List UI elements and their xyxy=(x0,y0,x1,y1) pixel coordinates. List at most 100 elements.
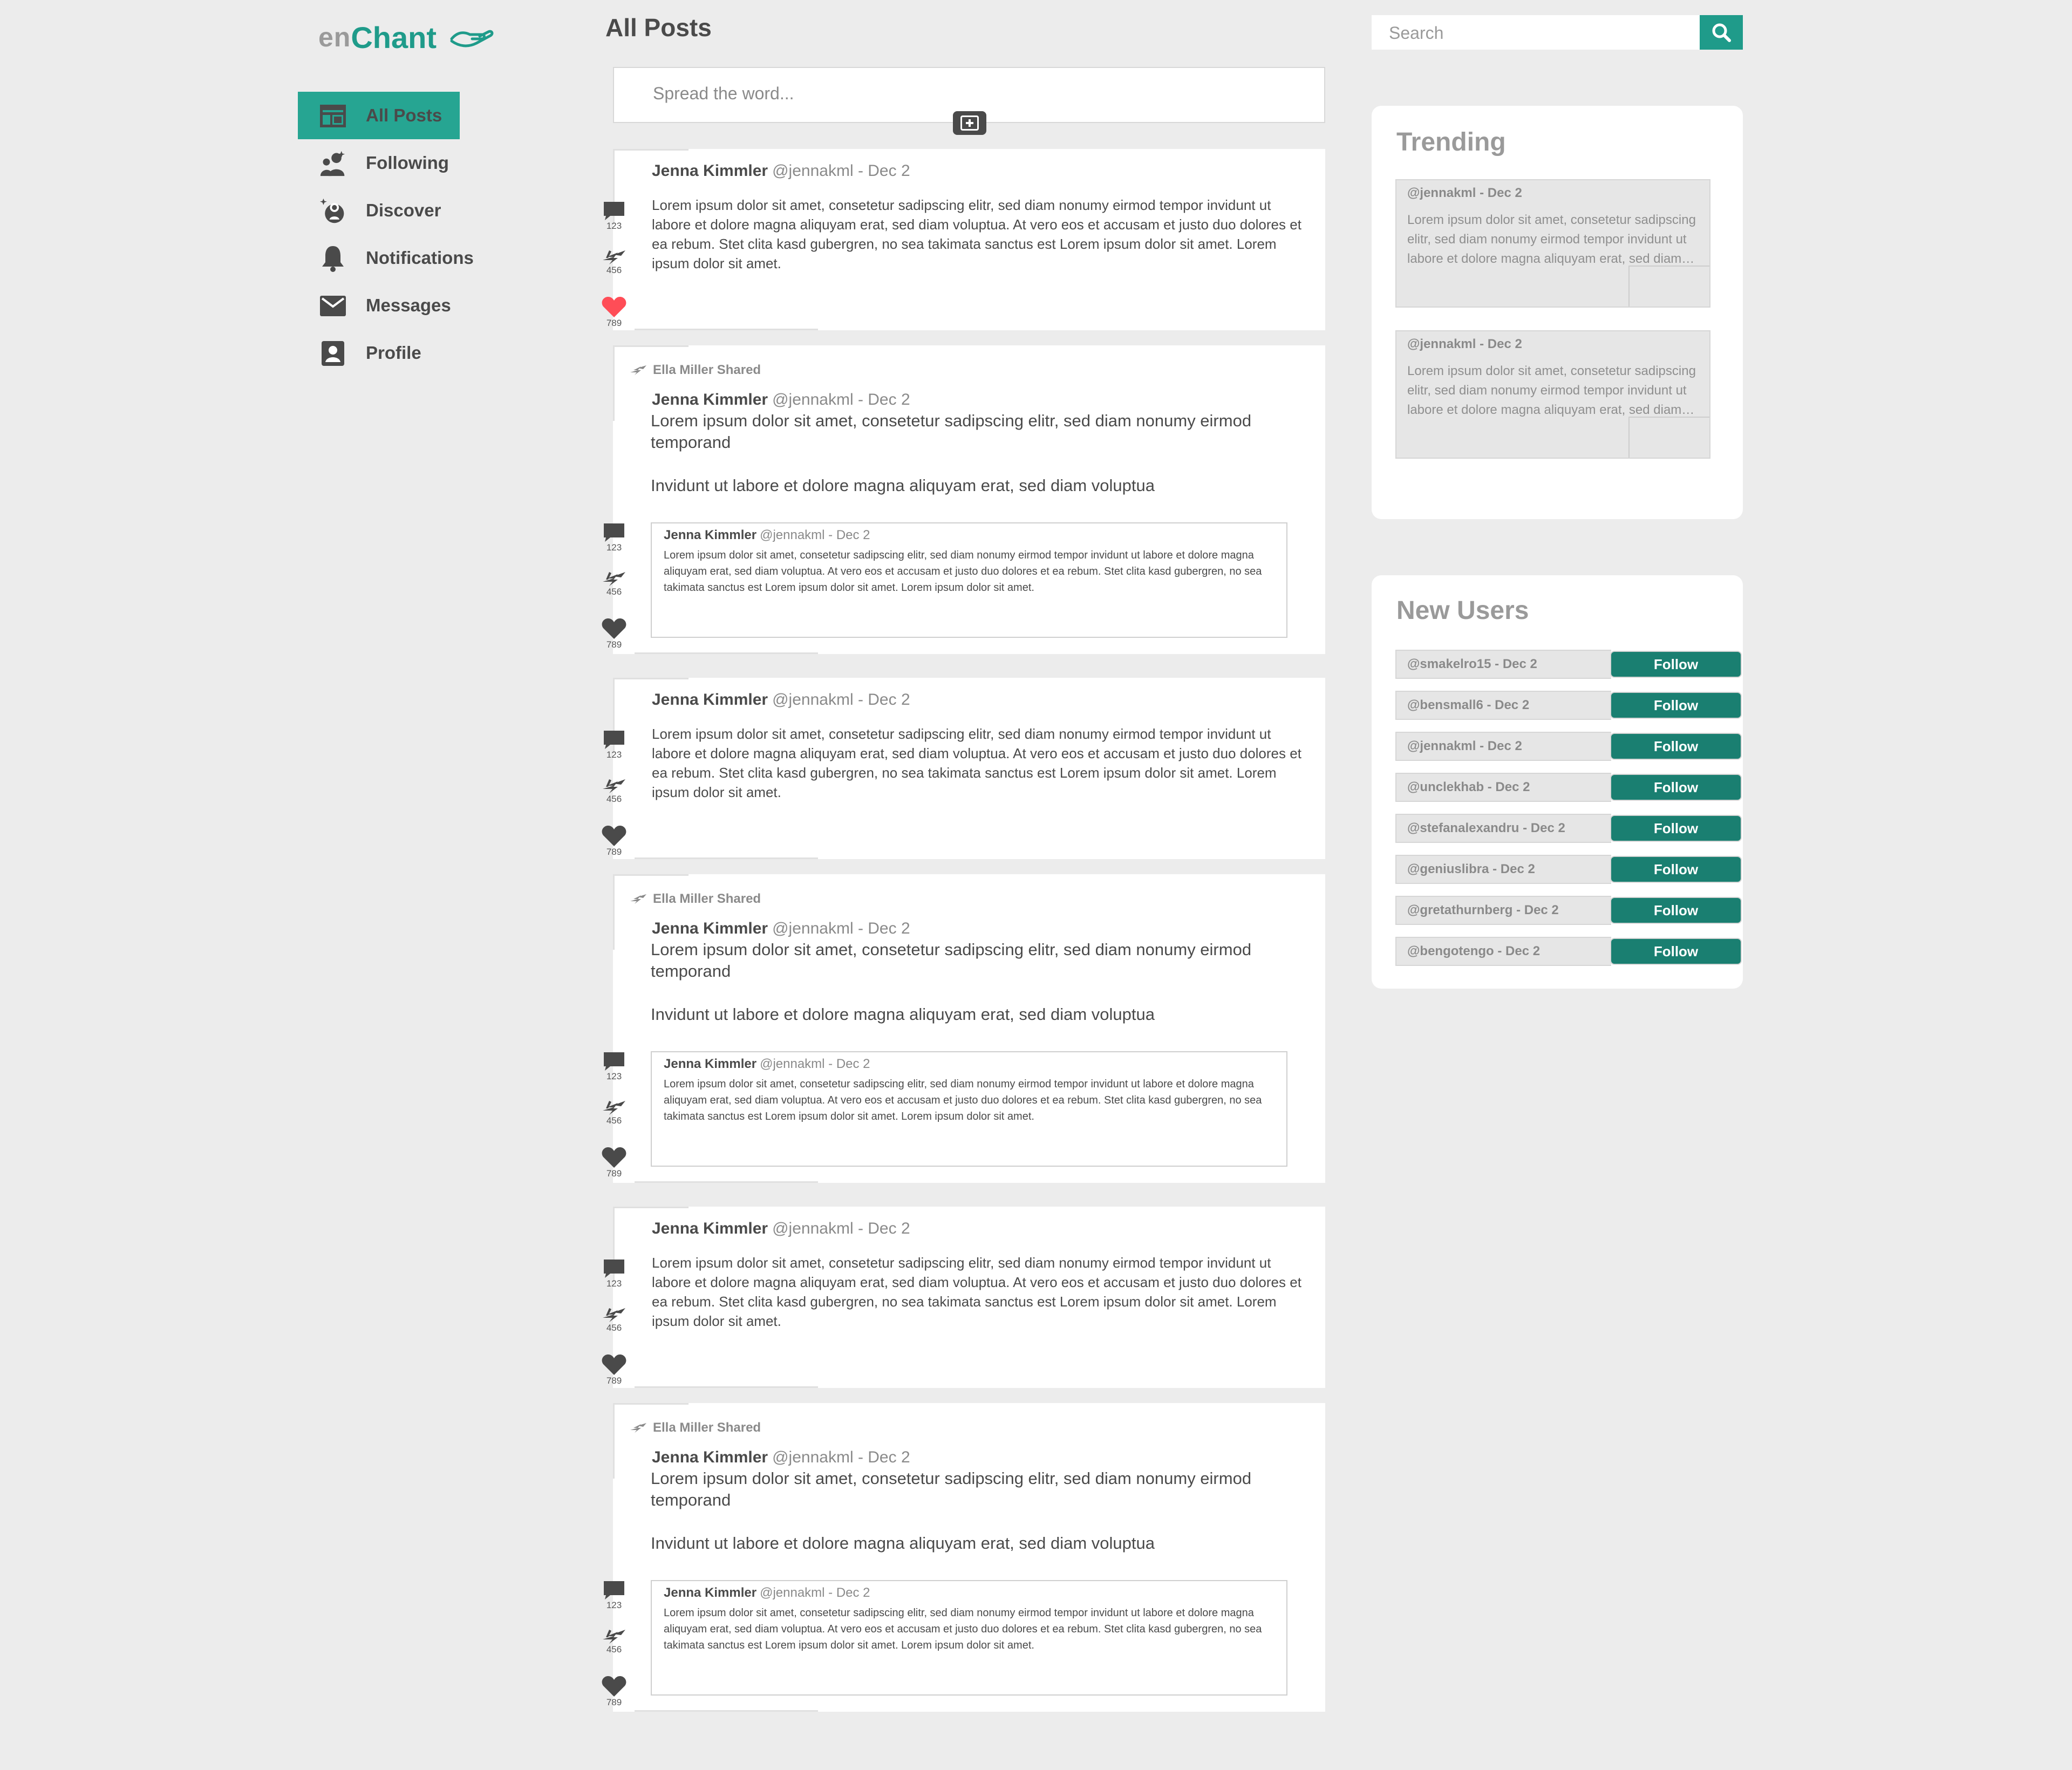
share-button[interactable]: 456 xyxy=(599,1100,629,1126)
page-title: All Posts xyxy=(605,13,712,42)
logo-name: Chant xyxy=(351,20,437,55)
new-user-row: @stefanalexandru - Dec 2 Follow xyxy=(1395,814,1742,843)
author-handle: @jennakml - Dec 2 xyxy=(772,920,910,937)
new-user-handle[interactable]: @bengotengo - Dec 2 xyxy=(1395,937,1611,966)
author-name: Jenna Kimmler xyxy=(664,1057,757,1071)
nav-item-notifications[interactable]: Notifications xyxy=(298,234,568,282)
logo[interactable]: en Chant xyxy=(318,13,496,62)
quote-text: Lorem ipsum dolor sit amet, consetetur s… xyxy=(664,549,1262,594)
new-user-handle[interactable]: @gretathurnberg - Dec 2 xyxy=(1395,896,1611,925)
like-button[interactable]: 789 xyxy=(599,825,629,857)
follow-button[interactable]: Follow xyxy=(1610,897,1742,924)
new-user-handle[interactable]: @unclekhab - Dec 2 xyxy=(1395,773,1611,802)
follow-button[interactable]: Follow xyxy=(1610,856,1742,883)
heart-icon xyxy=(602,826,626,846)
share-icon xyxy=(630,365,646,375)
share-icon xyxy=(603,779,625,793)
nav-item-messages[interactable]: Messages xyxy=(298,282,568,329)
new-user-handle[interactable]: @smakelro15 - Dec 2 xyxy=(1395,650,1611,679)
new-user-row: @geniuslibra - Dec 2 Follow xyxy=(1395,855,1742,884)
follow-button[interactable]: Follow xyxy=(1610,815,1742,842)
quote-author-line: Jenna Kimmler @jennakml - Dec 2 xyxy=(664,1057,870,1072)
author-name: Jenna Kimmler xyxy=(664,528,757,542)
author-name[interactable]: Jenna Kimmler xyxy=(652,162,768,180)
comment-button[interactable]: 123 xyxy=(599,1258,629,1289)
like-button[interactable]: 789 xyxy=(599,1675,629,1707)
follow-button[interactable]: Follow xyxy=(1610,692,1742,719)
author-name[interactable]: Jenna Kimmler xyxy=(652,920,768,937)
share-button[interactable]: 456 xyxy=(599,1629,629,1655)
dashboard-icon xyxy=(319,103,346,130)
like-button[interactable]: 789 xyxy=(599,296,629,328)
follow-button[interactable]: Follow xyxy=(1610,651,1742,678)
new-user-handle[interactable]: @geniuslibra - Dec 2 xyxy=(1395,855,1611,884)
compose-input[interactable] xyxy=(652,83,1248,104)
like-button[interactable]: 789 xyxy=(599,617,629,650)
share-icon xyxy=(603,250,625,264)
search-input[interactable] xyxy=(1388,23,1692,44)
add-post-icon xyxy=(960,115,979,131)
like-button[interactable]: 789 xyxy=(599,1146,629,1179)
quoted-post[interactable]: Jenna Kimmler @jennakml - Dec 2 Lorem ips… xyxy=(651,1580,1287,1696)
quoted-post[interactable]: Jenna Kimmler @jennakml - Dec 2 Lorem ips… xyxy=(651,1051,1287,1167)
comment-button[interactable]: 123 xyxy=(599,730,629,760)
share-button[interactable]: 456 xyxy=(599,778,629,804)
bell-icon xyxy=(319,245,346,272)
new-user-handle[interactable]: @jennakml - Dec 2 xyxy=(1395,732,1611,761)
comment-count: 123 xyxy=(606,1600,622,1610)
share-count: 456 xyxy=(606,1115,622,1126)
like-count: 789 xyxy=(606,847,622,857)
new-user-handle[interactable]: @stefanalexandru - Dec 2 xyxy=(1395,814,1611,843)
author-name[interactable]: Jenna Kimmler xyxy=(652,1220,768,1237)
trending-handle: @jennakml - Dec 2 xyxy=(1407,337,1522,351)
shared-by-line: Ella Miller Shared xyxy=(629,363,761,378)
nav-item-discover[interactable]: Discover xyxy=(298,187,568,234)
nav-item-profile[interactable]: Profile xyxy=(298,329,568,377)
like-count: 789 xyxy=(606,318,622,328)
follow-button[interactable]: Follow xyxy=(1610,774,1742,801)
like-button[interactable]: 789 xyxy=(599,1353,629,1386)
post-author-line: Jenna Kimmler @jennakml - Dec 2 xyxy=(652,1220,910,1238)
share-button[interactable]: 456 xyxy=(599,571,629,597)
comment-button[interactable]: 123 xyxy=(599,522,629,553)
author-name[interactable]: Jenna Kimmler xyxy=(652,1448,768,1466)
author-name[interactable]: Jenna Kimmler xyxy=(652,691,768,709)
follow-button[interactable]: Follow xyxy=(1610,938,1742,965)
comment-icon xyxy=(604,1260,624,1278)
like-count: 789 xyxy=(606,1168,622,1179)
post-text: Invidunt ut labore et dolore magna aliqu… xyxy=(651,476,1155,495)
nav-item-following[interactable]: Following xyxy=(298,139,568,187)
nav-label: Notifications xyxy=(366,248,474,268)
quoted-post[interactable]: Jenna Kimmler @jennakml - Dec 2 Lorem ips… xyxy=(651,522,1287,638)
comment-button[interactable]: 123 xyxy=(599,1580,629,1610)
share-button[interactable]: 456 xyxy=(599,1307,629,1333)
trending-handle: @jennakml - Dec 2 xyxy=(1407,186,1522,200)
author-handle: @jennakml - Dec 2 xyxy=(772,691,910,709)
logo-prefix: en xyxy=(318,22,351,52)
share-icon xyxy=(603,1308,625,1322)
author-name[interactable]: Jenna Kimmler xyxy=(652,391,768,409)
comment-button[interactable]: 123 xyxy=(599,1051,629,1081)
nav-item-all-posts[interactable]: All Posts xyxy=(298,92,460,139)
shared-by-label: Ella Miller Shared xyxy=(653,891,761,906)
heart-icon xyxy=(602,1354,626,1375)
search-button[interactable] xyxy=(1700,15,1743,50)
new-user-row: @gretathurnberg - Dec 2 Follow xyxy=(1395,896,1742,925)
comment-icon xyxy=(604,1052,624,1071)
author-handle: @jennakml - Dec 2 xyxy=(772,1220,910,1237)
follow-button[interactable]: Follow xyxy=(1610,733,1742,760)
shared-by-line: Ella Miller Shared xyxy=(629,891,761,907)
new-user-handle[interactable]: @bensmall6 - Dec 2 xyxy=(1395,691,1611,720)
trending-item[interactable]: @jennakml - Dec 2 Lorem ipsum dolor sit … xyxy=(1395,179,1710,308)
quote-text: Lorem ipsum dolor sit amet, consetetur s… xyxy=(664,1607,1262,1651)
discover-icon xyxy=(319,198,346,224)
add-post-button[interactable] xyxy=(953,111,986,135)
share-icon xyxy=(603,1630,625,1644)
comment-icon xyxy=(604,202,624,220)
hand-icon xyxy=(450,30,494,47)
share-button[interactable]: 456 xyxy=(599,249,629,275)
trending-item[interactable]: @jennakml - Dec 2 Lorem ipsum dolor sit … xyxy=(1395,330,1710,459)
nav-label: Profile xyxy=(366,343,421,363)
comment-button[interactable]: 123 xyxy=(599,201,629,231)
share-count: 456 xyxy=(606,1323,622,1333)
